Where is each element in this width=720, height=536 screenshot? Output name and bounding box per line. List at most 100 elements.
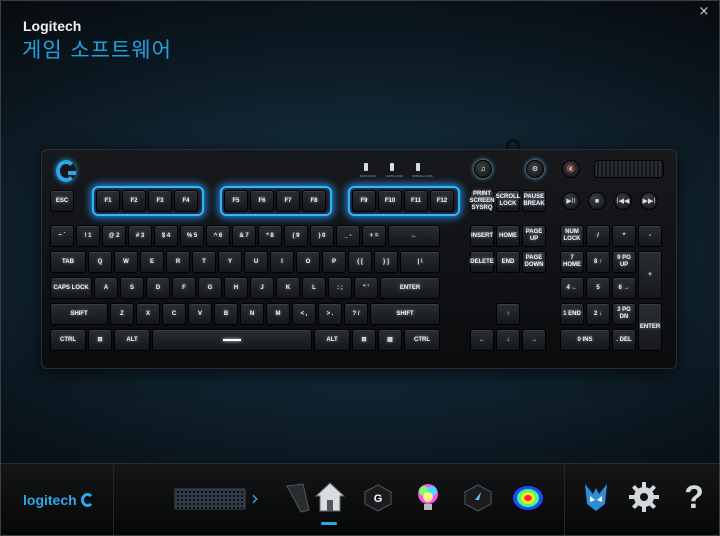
- key[interactable]: ⊞: [88, 329, 112, 351]
- key[interactable]: < ,: [292, 303, 316, 325]
- key[interactable]: 4 ←: [560, 277, 584, 299]
- key[interactable]: ALT: [114, 329, 150, 351]
- lighting-icon[interactable]: [411, 480, 445, 514]
- key[interactable]: N: [240, 303, 264, 325]
- key[interactable]: ESC: [50, 190, 74, 212]
- key[interactable]: 6 →: [612, 277, 636, 299]
- key[interactable]: SHIFT: [50, 303, 108, 325]
- key[interactable]: F12: [430, 190, 454, 212]
- key[interactable]: 2 ↓: [586, 303, 610, 325]
- key[interactable]: @ 2: [102, 225, 126, 247]
- key[interactable]: ? /: [344, 303, 368, 325]
- keyboard-image[interactable]: ESC F1 F2 F3 F4 F5 F6 F7 F8 F9 F10 F11 F12 PRINT SCRE…: [41, 149, 677, 369]
- key[interactable]: 3 PG DN: [612, 303, 636, 325]
- key[interactable]: ↑: [496, 303, 520, 325]
- key[interactable]: *: [612, 225, 636, 247]
- key[interactable]: F5: [224, 190, 248, 212]
- key[interactable]: CAPS LOCK: [50, 277, 92, 299]
- key[interactable]: T: [192, 251, 216, 273]
- key[interactable]: ALT: [314, 329, 350, 351]
- key[interactable]: X: [136, 303, 160, 325]
- key[interactable]: O: [296, 251, 320, 273]
- key[interactable]: L: [302, 277, 326, 299]
- key[interactable]: A: [94, 277, 118, 299]
- key[interactable]: ←: [470, 329, 494, 351]
- key[interactable]: 9 PG UP: [612, 251, 636, 273]
- key[interactable]: -: [638, 225, 662, 247]
- media-control-button[interactable]: ▶II: [562, 192, 580, 210]
- device-keyboard-side-icon[interactable]: [283, 480, 311, 514]
- key[interactable]: & 7: [232, 225, 256, 247]
- key[interactable]: * 8: [258, 225, 282, 247]
- key[interactable]: ↓: [496, 329, 520, 351]
- key[interactable]: D: [146, 277, 170, 299]
- key[interactable]: I: [270, 251, 294, 273]
- key[interactable]: _ -: [336, 225, 360, 247]
- close-button[interactable]: ×: [697, 5, 711, 19]
- key[interactable]: Z: [110, 303, 134, 325]
- key[interactable]: . DEL: [612, 329, 636, 351]
- key[interactable]: ⊞: [352, 329, 376, 351]
- key[interactable]: F2: [122, 190, 146, 212]
- key[interactable]: SCROLL LOCK: [496, 190, 520, 212]
- key[interactable]: F9: [352, 190, 376, 212]
- key[interactable]: # 3: [128, 225, 152, 247]
- settings-icon[interactable]: [627, 480, 661, 514]
- media-top-button[interactable]: ♫: [474, 160, 492, 178]
- device-thumbnail[interactable]: [174, 488, 246, 510]
- media-control-button[interactable]: ▶▶I: [640, 192, 658, 210]
- media-top-button[interactable]: ⚙: [526, 160, 544, 178]
- key[interactable]: Q: [88, 251, 112, 273]
- key[interactable]: PRINT SCREEN SYSRQ: [470, 190, 495, 212]
- media-control-button[interactable]: ■: [588, 192, 606, 210]
- key[interactable]: ENTER: [638, 303, 662, 351]
- key[interactable]: 1 END: [560, 303, 584, 325]
- key[interactable]: ENTER: [380, 277, 440, 299]
- key[interactable]: % 5: [180, 225, 204, 247]
- key[interactable]: 0 INS: [560, 329, 610, 351]
- key[interactable]: J: [250, 277, 274, 299]
- key[interactable]: " ': [354, 277, 378, 299]
- key[interactable]: | \: [400, 251, 440, 273]
- key[interactable]: R: [166, 251, 190, 273]
- key[interactable]: 7 HOME: [560, 251, 584, 273]
- key[interactable]: F8: [302, 190, 326, 212]
- key[interactable]: PAGE DOWN: [522, 251, 546, 273]
- key[interactable]: W: [114, 251, 138, 273]
- key[interactable]: } ]: [374, 251, 398, 273]
- key[interactable]: : ;: [328, 277, 352, 299]
- key[interactable]: ! 1: [76, 225, 100, 247]
- key[interactable]: DELETE: [470, 251, 494, 273]
- key[interactable]: G: [198, 277, 222, 299]
- key[interactable]: S: [120, 277, 144, 299]
- key[interactable]: INSERT: [470, 225, 494, 247]
- key[interactable]: M: [266, 303, 290, 325]
- key[interactable]: > .: [318, 303, 342, 325]
- key[interactable]: ^ 6: [206, 225, 230, 247]
- key[interactable]: V: [188, 303, 212, 325]
- key[interactable]: CTRL: [404, 329, 440, 351]
- key[interactable]: NUM LOCK: [560, 225, 584, 247]
- key[interactable]: C: [162, 303, 186, 325]
- key[interactable]: →: [522, 329, 546, 351]
- key[interactable]: F: [172, 277, 196, 299]
- key[interactable]: $ 4: [154, 225, 178, 247]
- key[interactable]: E: [140, 251, 164, 273]
- key[interactable]: TAB: [50, 251, 86, 273]
- arx-control-icon[interactable]: [579, 480, 613, 514]
- key[interactable]: F1: [96, 190, 120, 212]
- pointer-key-icon[interactable]: [461, 480, 495, 514]
- key[interactable]: /: [586, 225, 610, 247]
- key[interactable]: Y: [218, 251, 242, 273]
- key[interactable]: CTRL: [50, 329, 86, 351]
- key[interactable]: F7: [276, 190, 300, 212]
- key[interactable]: F11: [404, 190, 428, 212]
- help-icon[interactable]: ?: [677, 480, 711, 514]
- key[interactable]: 8 ↑: [586, 251, 610, 273]
- key[interactable]: H: [224, 277, 248, 299]
- key[interactable]: END: [496, 251, 520, 273]
- key[interactable]: +: [638, 251, 662, 299]
- key[interactable]: 5: [586, 277, 610, 299]
- key[interactable]: ( 9: [284, 225, 308, 247]
- key[interactable]: F6: [250, 190, 274, 212]
